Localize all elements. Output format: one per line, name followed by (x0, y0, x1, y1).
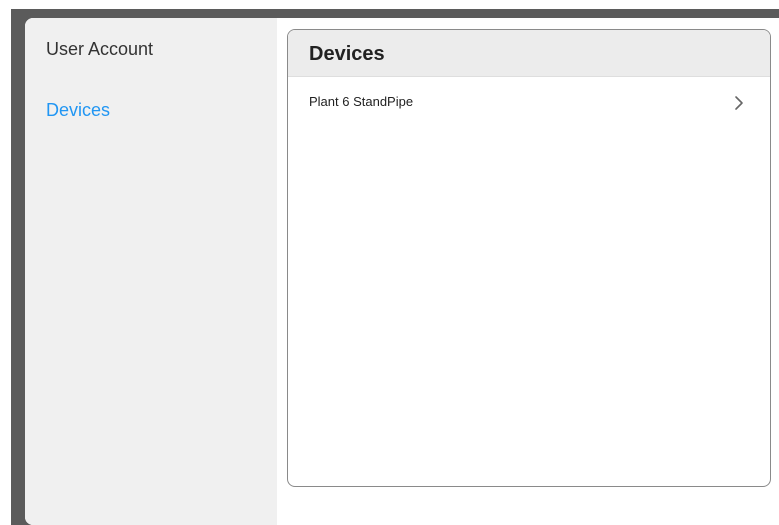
sidebar-item-devices[interactable]: Devices (46, 100, 110, 121)
panel-title: Devices (309, 43, 385, 65)
devices-panel: Devices Plant 6 StandPipe (287, 29, 771, 487)
device-name: Plant 6 StandPipe (309, 94, 414, 109)
settings-sidebar: User Account Devices (25, 18, 277, 525)
sidebar-item-user-account[interactable]: User Account (46, 39, 153, 60)
device-row-plant-6-standpipe[interactable]: Plant 6 StandPipe (288, 78, 770, 134)
panel-header: Devices (288, 30, 770, 77)
chevron-right-icon (735, 96, 743, 110)
settings-sheet: User Account Devices Devices Plant 6 Sta… (25, 18, 779, 525)
